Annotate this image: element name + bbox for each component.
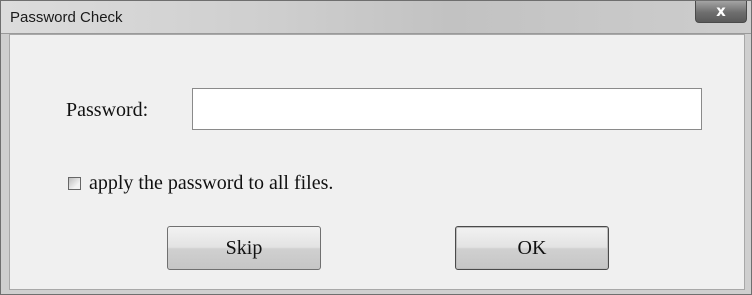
ok-button[interactable]: OK [455, 226, 609, 270]
password-check-dialog: Password Check x Password: apply the pas… [0, 0, 752, 295]
apply-all-row[interactable]: apply the password to all files. [68, 172, 333, 194]
close-button[interactable]: x [695, 1, 747, 23]
apply-all-label[interactable]: apply the password to all files. [89, 172, 333, 195]
title-bar[interactable]: Password Check x [1, 1, 751, 34]
password-input[interactable] [192, 88, 702, 130]
apply-all-checkbox[interactable] [68, 176, 81, 190]
dialog-body: Password: apply the password to all file… [9, 34, 745, 290]
skip-button[interactable]: Skip [167, 226, 321, 270]
dialog-title: Password Check [10, 9, 123, 26]
close-icon: x [716, 2, 726, 20]
password-label: Password: [66, 99, 149, 121]
